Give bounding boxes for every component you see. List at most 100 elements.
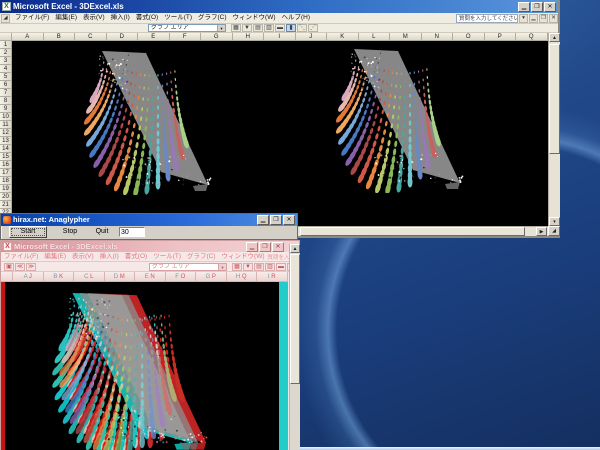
column-header-P[interactable]: P xyxy=(485,33,517,41)
row-header-2[interactable]: 2 xyxy=(0,49,12,57)
column-header-AJ[interactable]: A J xyxy=(13,272,44,282)
row-header-8[interactable]: 8 xyxy=(0,97,12,105)
row-header-13[interactable]: 13 xyxy=(0,137,12,145)
column-header-GP[interactable]: G P xyxy=(196,272,227,282)
anaglypher-titlebar[interactable]: hirax.net: Anaglypher ▁ ❐ ✕ xyxy=(1,214,297,226)
scroll-up-icon[interactable]: ▲ xyxy=(290,244,300,253)
row-header-6[interactable]: 6 xyxy=(0,81,12,89)
column-header-D[interactable]: D xyxy=(107,33,139,41)
angle-text-up-icon[interactable]: ⋰ xyxy=(308,24,318,32)
legend-icon[interactable]: ▤ xyxy=(253,24,263,32)
menu-item-4[interactable]: 書式(O) xyxy=(122,252,150,262)
column-header-BK[interactable]: B K xyxy=(44,272,75,282)
column-header-F[interactable]: F xyxy=(170,33,202,41)
row-header-11[interactable]: 11 xyxy=(0,121,12,129)
column-header-L[interactable]: L xyxy=(359,33,391,41)
minimize-button[interactable]: ▁ xyxy=(257,215,269,225)
close-button[interactable]: ✕ xyxy=(283,215,295,225)
column-header-J[interactable]: J xyxy=(296,33,328,41)
column-header-C[interactable]: C xyxy=(75,33,107,41)
column-header-A[interactable]: A xyxy=(12,33,44,41)
maximize-button[interactable]: ❐ xyxy=(259,242,271,252)
column-header-CL[interactable]: C L xyxy=(74,272,105,282)
row-header-18[interactable]: 18 xyxy=(0,177,12,185)
menu-item-4[interactable]: 書式(O) xyxy=(133,13,161,23)
column-header-H[interactable]: H xyxy=(233,33,265,41)
row-header-19[interactable]: 19 xyxy=(0,185,12,193)
combo-dropdown-icon[interactable]: ▾ xyxy=(218,264,226,270)
column-header-N[interactable]: N xyxy=(422,33,454,41)
menu-item-6[interactable]: グラフ(C) xyxy=(195,13,230,23)
column-header-IR[interactable]: I R xyxy=(257,272,288,282)
legend-icon[interactable]: ▤ xyxy=(254,263,264,271)
menu-item-0[interactable]: ファイル(F) xyxy=(12,13,52,23)
scroll-down-icon[interactable]: ▾ xyxy=(549,217,560,226)
angle-input[interactable] xyxy=(119,227,145,237)
column-header-O[interactable]: O xyxy=(453,33,485,41)
by-column-icon[interactable]: ▮ xyxy=(286,24,296,32)
excel-anaglyph-titlebar[interactable]: X Microsoft Excel - 3DExcel.xls ▁ ❐ ✕ xyxy=(1,241,299,252)
column-header-E[interactable]: E xyxy=(138,33,170,41)
menu-item-1[interactable]: 編集(E) xyxy=(52,13,80,23)
by-row-icon[interactable]: ▬ xyxy=(276,263,286,271)
column-header-HQ[interactable]: H Q xyxy=(227,272,258,282)
row-header-20[interactable]: 20 xyxy=(0,193,12,201)
row-header-12[interactable]: 12 xyxy=(0,129,12,137)
close-button[interactable]: ✕ xyxy=(272,242,284,252)
menu-item-3[interactable]: 挿入(I) xyxy=(97,252,122,262)
menu-item-0[interactable]: ファイル(F) xyxy=(1,252,41,262)
row-header-1[interactable]: 1 xyxy=(0,41,12,49)
data-table-icon[interactable]: ▥ xyxy=(265,263,275,271)
chart-object-area[interactable] xyxy=(12,41,548,226)
column-header-FO[interactable]: F O xyxy=(166,272,197,282)
menu-item-7[interactable]: ウィンドウ(W) xyxy=(230,13,279,23)
row-header-14[interactable]: 14 xyxy=(0,145,12,153)
minimize-button[interactable]: ▁ xyxy=(518,2,530,12)
row-header-16[interactable]: 16 xyxy=(0,161,12,169)
row-header-15[interactable]: 15 xyxy=(0,153,12,161)
select-all-corner[interactable] xyxy=(0,33,12,41)
quit-button[interactable]: Quit xyxy=(87,226,117,238)
column-header-B[interactable]: B xyxy=(44,33,76,41)
vertical-scroll-thumb[interactable] xyxy=(549,44,560,154)
row-header-10[interactable]: 10 xyxy=(0,113,12,121)
excel-main-titlebar[interactable]: X Microsoft Excel - 3DExcel.xls ▁ ❐ ✕ xyxy=(0,0,558,13)
forward-icon[interactable]: ≫ xyxy=(26,263,36,271)
angle-text-down-icon[interactable]: ⋱ xyxy=(297,24,307,32)
vertical-scrollbar[interactable]: ▲ ▾ xyxy=(548,33,560,226)
question-input[interactable]: 質問を入力してください xyxy=(456,14,518,23)
column-header-Q[interactable]: Q xyxy=(516,33,548,41)
vertical-scroll-thumb[interactable] xyxy=(290,254,300,384)
format-selection-icon[interactable]: ▦ xyxy=(231,24,241,32)
menu-item-3[interactable]: 挿入(I) xyxy=(108,13,133,23)
menu-item-2[interactable]: 表示(V) xyxy=(69,252,97,262)
scroll-right-icon[interactable]: ▶ xyxy=(536,227,547,236)
column-header-DM[interactable]: D M xyxy=(105,272,136,282)
minimize-button[interactable]: ▁ xyxy=(246,242,258,252)
sheet-icon[interactable]: ▣ xyxy=(4,263,14,271)
vertical-scrollbar[interactable]: ▲ xyxy=(289,244,300,450)
row-header-5[interactable]: 5 xyxy=(0,73,12,81)
row-header-3[interactable]: 3 xyxy=(0,57,12,65)
workbook-restore-button[interactable]: ❐ xyxy=(539,14,548,23)
workbook-minimize-button[interactable]: ▁ xyxy=(529,14,538,23)
column-header-EN[interactable]: E N xyxy=(135,272,166,282)
row-header-17[interactable]: 17 xyxy=(0,169,12,177)
horizontal-scroll-thumb[interactable] xyxy=(300,227,525,236)
menu-item-2[interactable]: 表示(V) xyxy=(80,13,108,23)
stop-button[interactable]: Stop xyxy=(53,226,87,238)
resize-grip-icon[interactable]: ◢ xyxy=(548,226,560,236)
column-header-M[interactable]: M xyxy=(390,33,422,41)
row-header-9[interactable]: 9 xyxy=(0,105,12,113)
maximize-button[interactable]: ❐ xyxy=(531,2,543,12)
row-header-21[interactable]: 21 xyxy=(0,201,12,209)
format-selection-icon[interactable]: ▦ xyxy=(232,263,242,271)
combo-dropdown-icon[interactable]: ▾ xyxy=(217,25,225,31)
anaglyph-chart-area[interactable] xyxy=(1,282,289,450)
back-icon[interactable]: ≪ xyxy=(15,263,25,271)
menu-item-6[interactable]: グラフ(C) xyxy=(184,252,219,262)
chart-object-combo[interactable]: グラフ エリア ▾ xyxy=(148,24,226,32)
chart-type-icon[interactable]: ▼ xyxy=(242,24,252,32)
menu-item-5[interactable]: ツール(T) xyxy=(161,13,195,23)
start-button[interactable]: Start xyxy=(9,226,47,238)
